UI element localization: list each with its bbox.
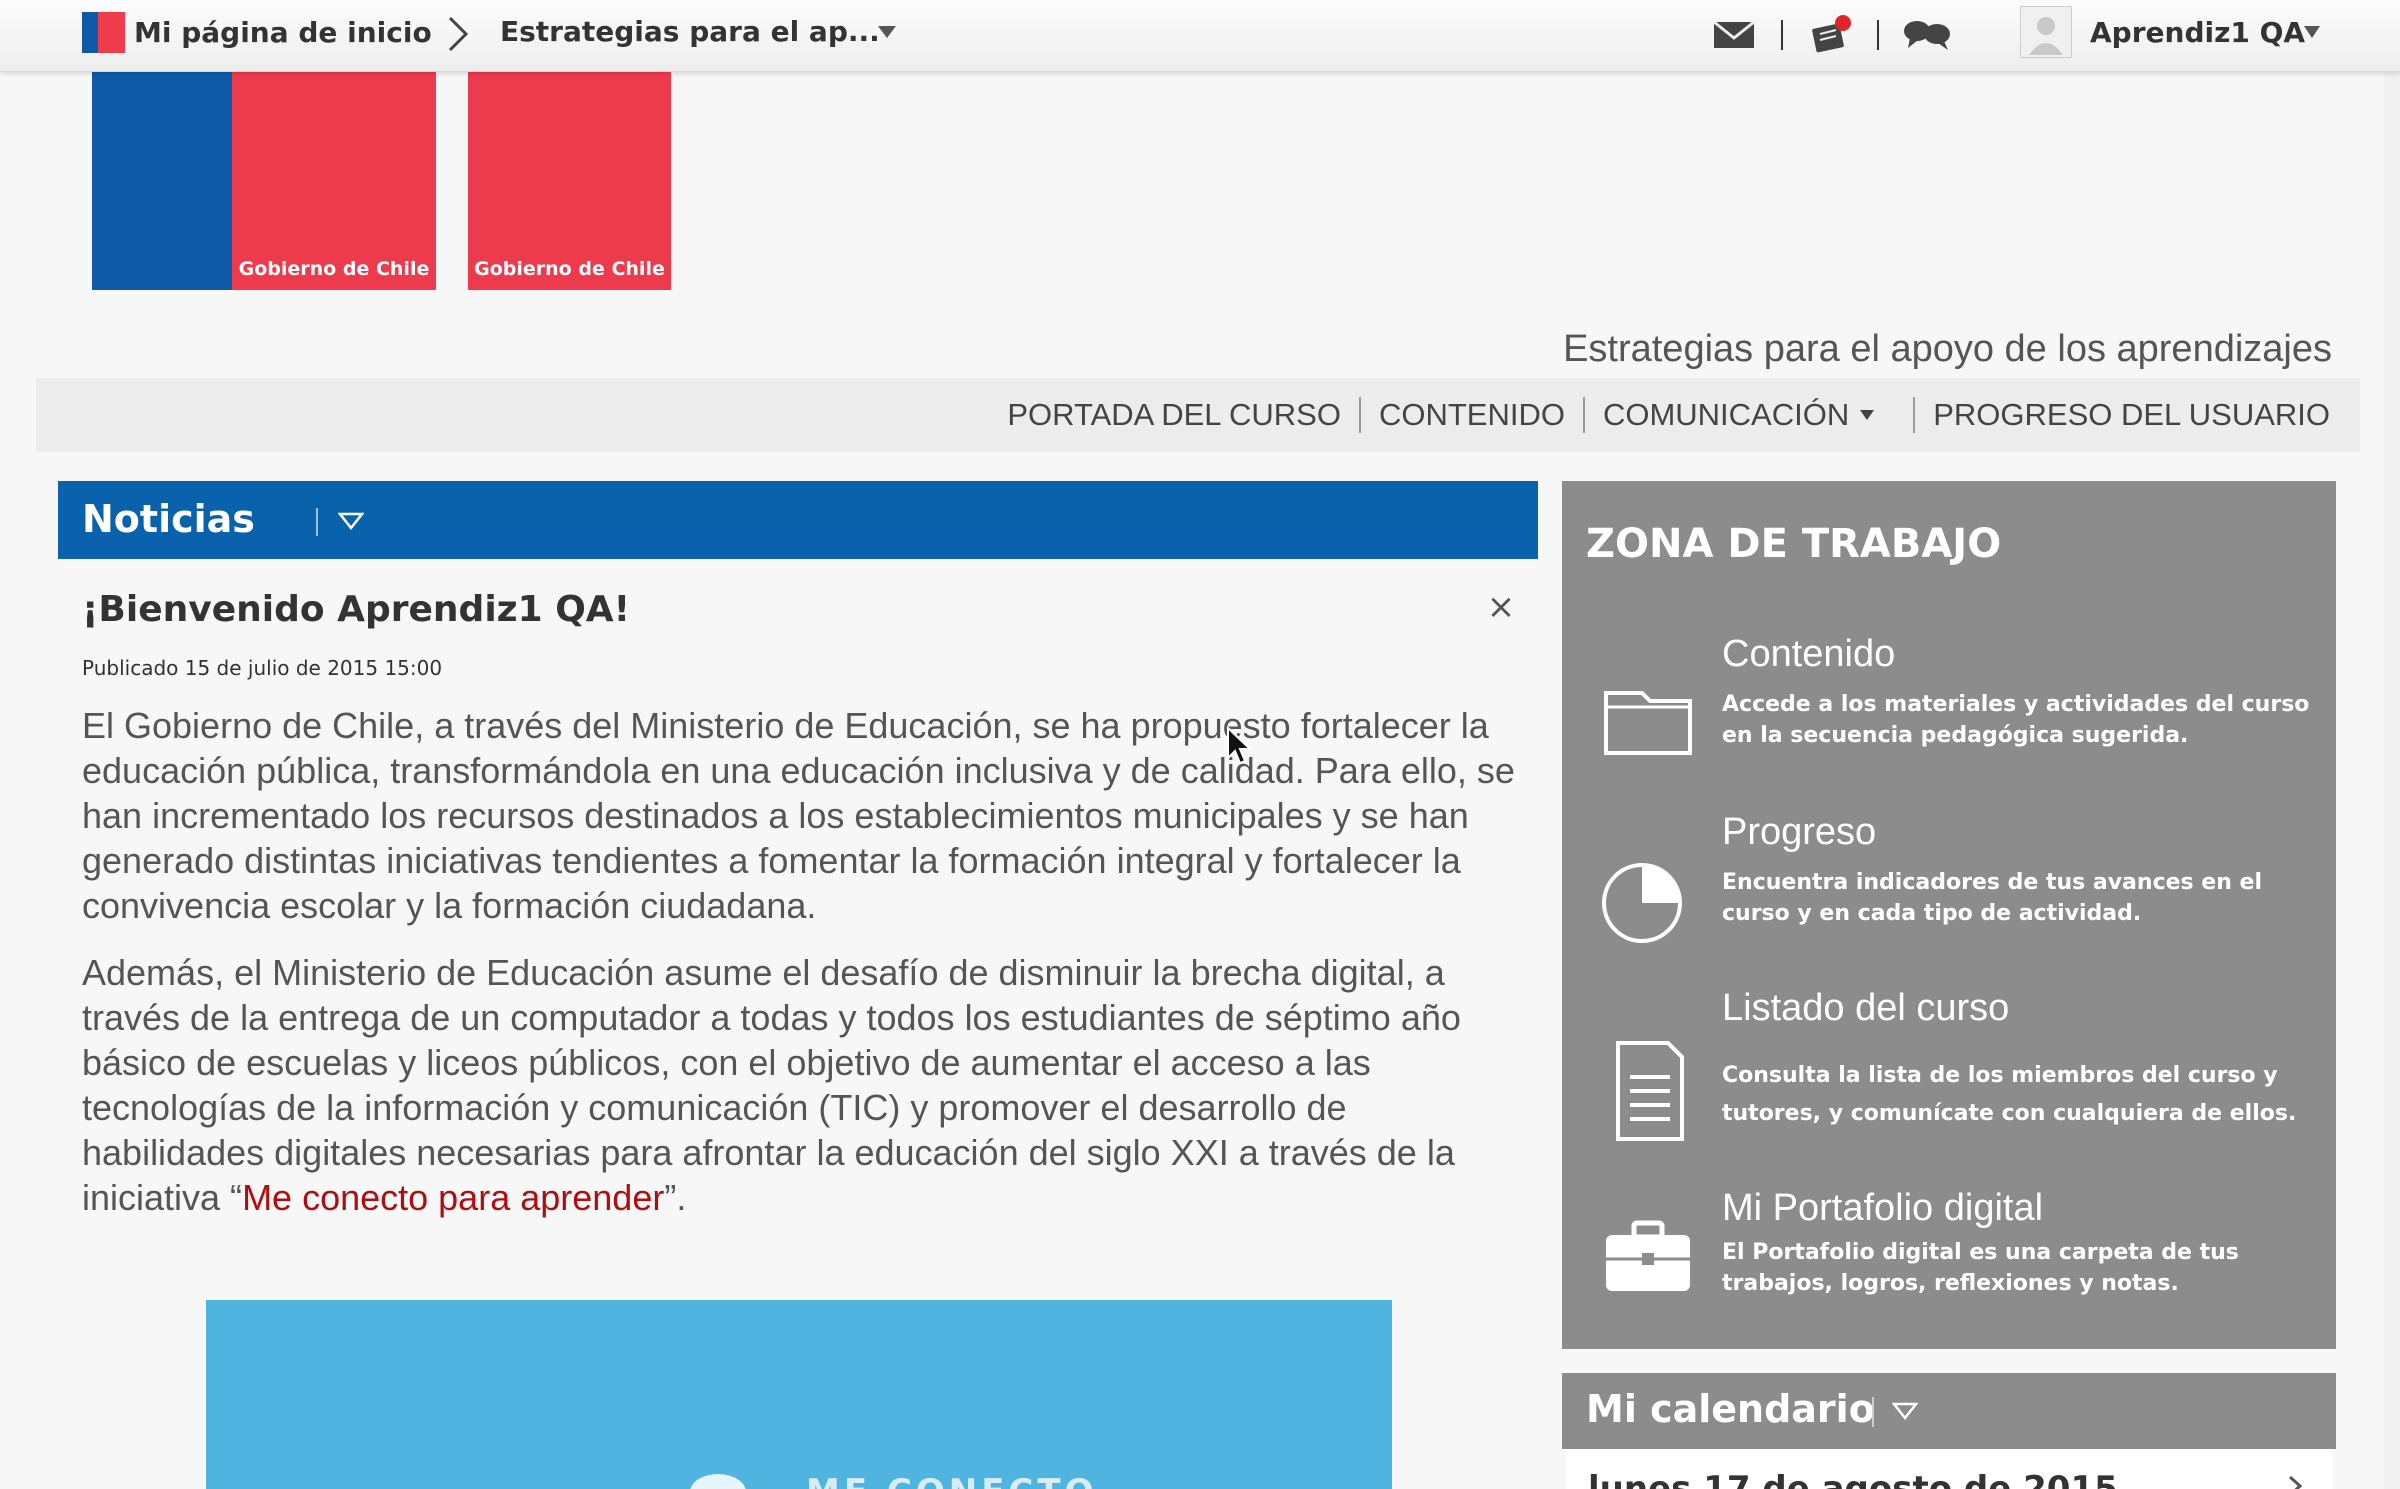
close-icon[interactable]: × <box>1486 590 1516 624</box>
caret-down-icon <box>1860 410 1875 420</box>
nav-comunicacion[interactable]: COMUNICACIÓN <box>1585 397 1893 433</box>
course-breadcrumb[interactable]: Estrategias para el ap... <box>500 15 880 48</box>
briefcase-icon <box>1606 1220 1690 1291</box>
avatar[interactable] <box>2020 6 2072 58</box>
chevron-down-icon[interactable] <box>1892 1401 1918 1421</box>
workzone-item-desc: Consulta la lista de los miembros del cu… <box>1722 1063 2297 1126</box>
post-text: ”. <box>664 1177 687 1218</box>
post-paragraph: Además, el Ministerio de Educación asume… <box>82 950 1532 1220</box>
workzone-title: ZONA DE TRABAJO <box>1586 521 2002 567</box>
nav-portada[interactable]: PORTADA DEL CURSO <box>989 397 1359 433</box>
news-header: Noticias <box>58 481 1538 559</box>
logo-text: Gobierno de Chile <box>474 258 665 280</box>
workzone-item-portafolio[interactable]: Mi Portafolio digital El Portafolio digi… <box>1562 1187 2336 1357</box>
toolbar-divider <box>1877 20 1879 50</box>
notifications-icon[interactable] <box>1808 14 1856 54</box>
calendar-body: lunes 17 de agosto de 2015 <box>1566 1449 2332 1489</box>
workzone-item-desc: Encuentra indicadores de tus avances en … <box>1722 870 2262 926</box>
post-body: El Gobierno de Chile, a través del Minis… <box>82 703 1532 1242</box>
workzone-item-contenido[interactable]: Contenido Accede a los materiales y acti… <box>1562 633 2336 803</box>
gobierno-logo: Gobierno de Chile <box>92 72 436 290</box>
calendar-title: Mi calendario <box>1586 1387 1875 1431</box>
chat-icon[interactable] <box>1900 14 1954 54</box>
chevron-right-icon[interactable] <box>2288 1475 2302 1489</box>
user-silhouette-icon <box>2029 17 2063 55</box>
chevron-down-icon[interactable] <box>338 511 364 531</box>
top-bar: Mi página de inicio Estrategias para el … <box>0 0 2400 72</box>
post-image: ME CONECTO <box>206 1300 1392 1489</box>
home-logo-icon[interactable] <box>82 12 125 53</box>
mouse-cursor-icon <box>1227 726 1252 765</box>
logo-text: Gobierno de Chile <box>238 258 430 280</box>
scrollbar[interactable] <box>2384 72 2400 1489</box>
header-divider <box>316 508 318 536</box>
breadcrumb-chevron-icon <box>448 16 469 52</box>
workzone-item-name: Mi Portafolio digital <box>1722 1187 2044 1229</box>
post-paragraph: El Gobierno de Chile, a través del Minis… <box>82 705 1515 926</box>
calendar-header: Mi calendario <box>1562 1373 2336 1449</box>
chevron-down-icon[interactable] <box>876 24 898 40</box>
chevron-down-icon[interactable] <box>2302 24 2322 40</box>
post-date: Publicado 15 de julio de 2015 15:00 <box>82 656 443 680</box>
home-link[interactable]: Mi página de inicio <box>134 16 432 49</box>
workzone-item-name: Listado del curso <box>1722 987 2010 1029</box>
post-title: ¡Bienvenido Aprendiz1 QA! <box>82 589 631 630</box>
mail-icon[interactable] <box>1712 14 1756 54</box>
document-list-icon <box>1616 1041 1684 1141</box>
pie-chart-icon <box>1602 863 1682 943</box>
workzone-item-listado[interactable]: Listado del curso Consulta la lista de l… <box>1562 987 2336 1157</box>
post-image-text: ME CONECTO <box>806 1472 1097 1489</box>
nav-contenido[interactable]: CONTENIDO <box>1361 397 1583 433</box>
toolbar-divider <box>1781 20 1783 50</box>
workzone-item-name: Progreso <box>1722 811 1877 853</box>
nav-comunicacion-label: COMUNICACIÓN <box>1602 397 1850 432</box>
gobierno-logo-secondary: Gobierno de Chile <box>468 72 671 290</box>
course-title: Estrategias para el apoyo de los aprendi… <box>1563 328 2332 370</box>
news-title: Noticias <box>82 497 255 541</box>
workzone-item-progreso[interactable]: Progreso Encuentra indicadores de tus av… <box>1562 811 2336 981</box>
workzone-item-desc: El Portafolio digital es una carpeta de … <box>1722 1240 2239 1296</box>
workzone-item-desc: Accede a los materiales y actividades de… <box>1722 692 2310 748</box>
course-nav: PORTADA DEL CURSO CONTENIDO COMUNICACIÓN… <box>36 378 2360 452</box>
user-menu[interactable]: Aprendiz1 QA <box>2090 16 2305 49</box>
cloud-icon <box>690 1474 746 1489</box>
folder-icon <box>1604 691 1692 755</box>
me-conecto-link[interactable]: Me conecto para aprender <box>242 1177 664 1218</box>
nav-progreso[interactable]: PROGRESO DEL USUARIO <box>1915 397 2348 433</box>
calendar-date: lunes 17 de agosto de 2015 <box>1588 1469 2118 1489</box>
workzone-item-name: Contenido <box>1722 633 1896 675</box>
header-divider <box>1872 1397 1874 1427</box>
workzone-panel: ZONA DE TRABAJO Contenido Accede a los m… <box>1562 481 2336 1349</box>
